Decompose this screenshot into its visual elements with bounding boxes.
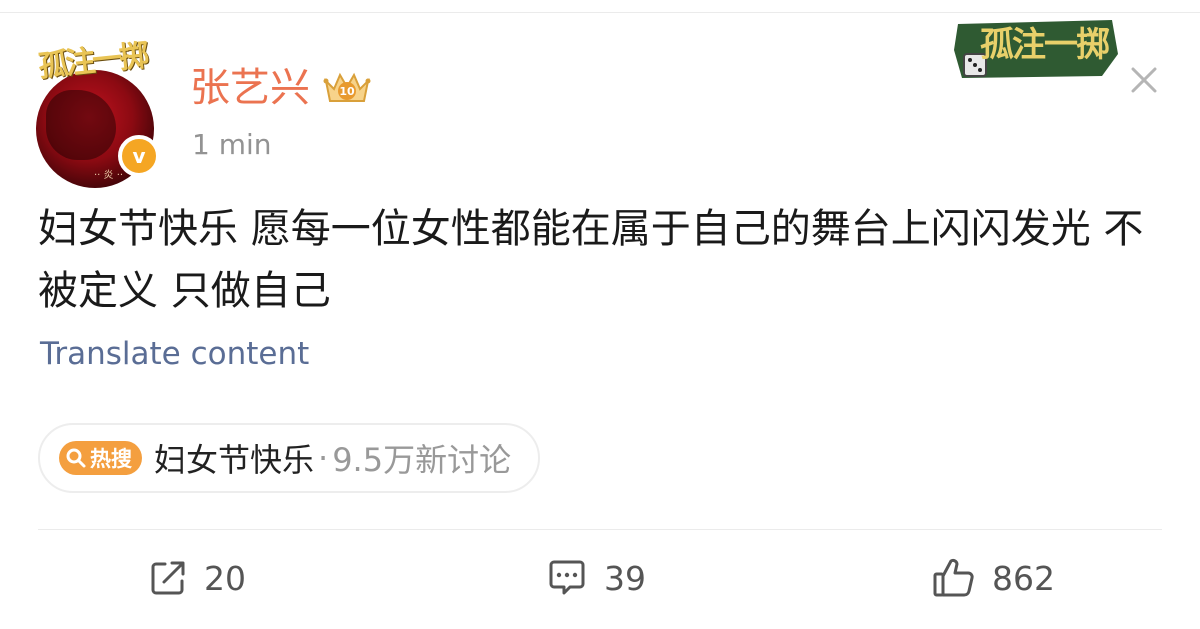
brand-sticker: 孤注一掷: [954, 20, 1118, 78]
like-count: 862: [992, 558, 1055, 598]
hot-search-badge: 热搜: [59, 441, 142, 475]
search-icon: [66, 448, 86, 468]
comment-button[interactable]: 39: [546, 550, 646, 606]
hot-topic-separator: ·: [318, 439, 329, 477]
action-bar-divider: [38, 529, 1162, 530]
top-divider: [0, 12, 1200, 13]
translate-content-link[interactable]: Translate content: [40, 332, 309, 376]
comment-icon: [549, 560, 585, 595]
hot-topic-name: 妇女节快乐: [154, 441, 315, 479]
brand-sticker-text: 孤注一掷: [980, 25, 1110, 65]
crown-vip-icon[interactable]: 10: [322, 67, 372, 107]
comment-count: 39: [604, 558, 646, 598]
author-name[interactable]: 张艺兴: [190, 62, 310, 114]
post-text: 妇女节快乐 愿每一位女性都能在属于自己的舞台上闪闪发光 不被定义 只做自己: [38, 206, 1144, 314]
verified-badge: v: [118, 135, 160, 177]
post-timestamp: 1 min: [192, 128, 272, 161]
repost-count: 20: [204, 558, 246, 598]
repost-button[interactable]: 20: [148, 550, 246, 606]
avatar-logo-text: 孤注一掷: [36, 38, 148, 85]
repost-icon: [151, 561, 185, 595]
close-icon[interactable]: [1124, 60, 1164, 100]
hot-topic-pill[interactable]: 热搜 妇女节快乐 · 9.5万新讨论: [38, 423, 540, 493]
author-avatar-group[interactable]: ·· 炎 ·· 孤注一掷 v: [36, 38, 160, 188]
like-button[interactable]: 862: [932, 550, 1055, 606]
hot-search-label: 热搜: [90, 447, 132, 471]
vip-level: 10: [339, 85, 355, 98]
avatar-image-shade: [46, 90, 116, 160]
avatar-caption: ·· 炎 ··: [94, 170, 124, 181]
hot-topic-discussion-count: 9.5万新讨论: [332, 441, 512, 479]
thumbs-up-icon: [933, 558, 974, 597]
